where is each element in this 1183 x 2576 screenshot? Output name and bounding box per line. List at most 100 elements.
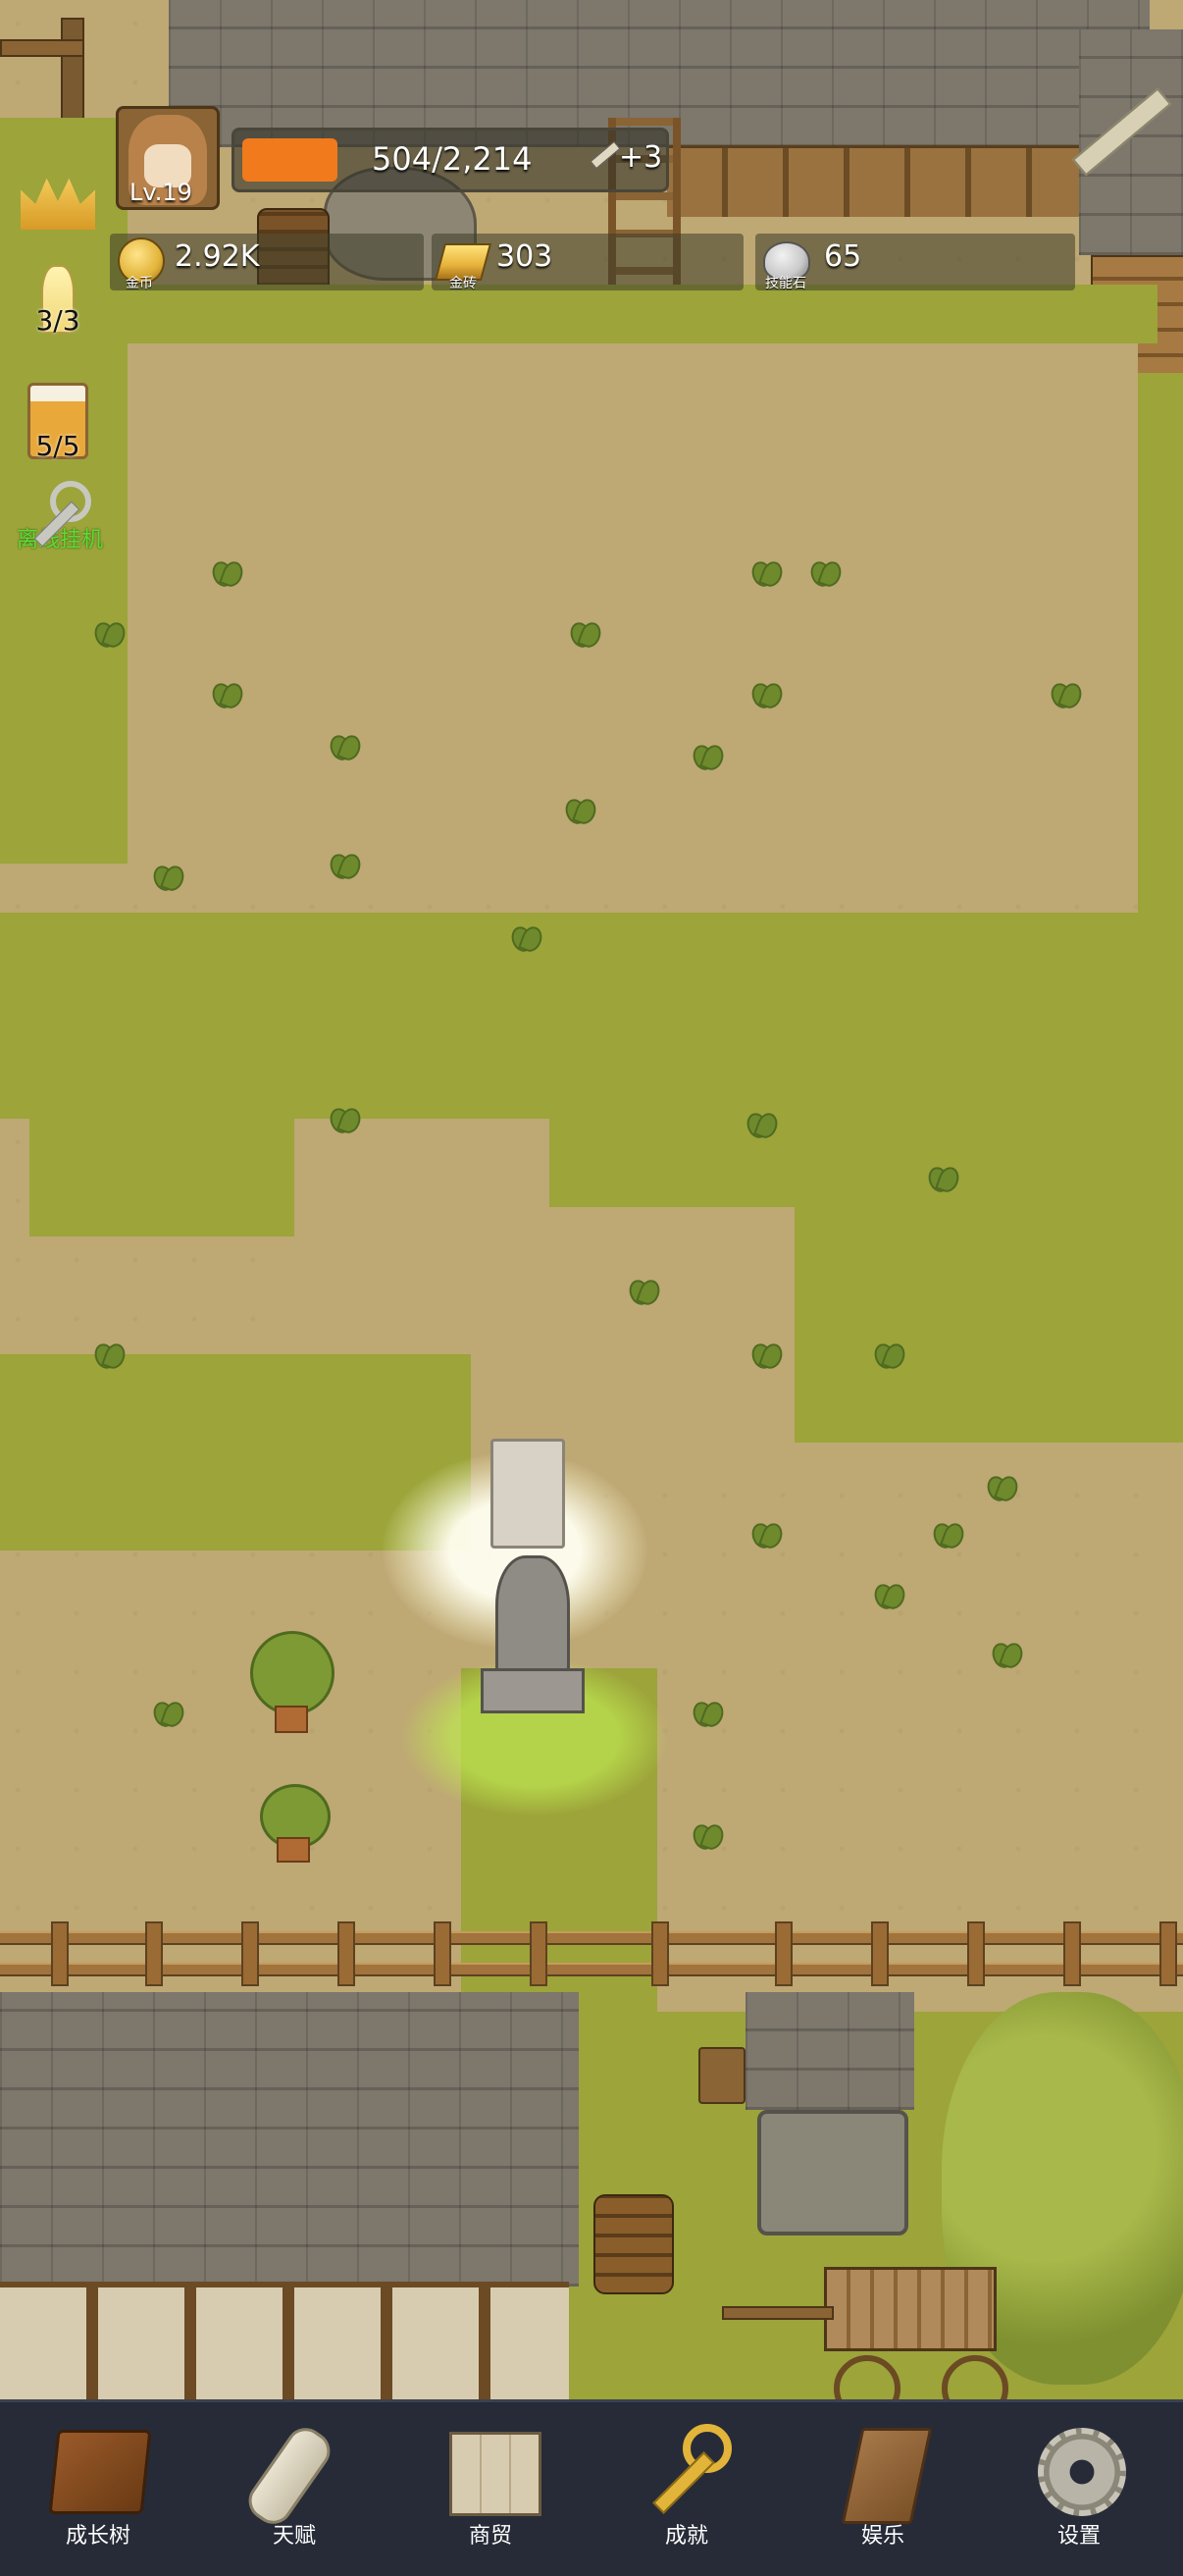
dirt-field-lower (471, 1207, 795, 1443)
scroll-icon (240, 2420, 338, 2532)
exp-bar: 504/2,214 +3 (231, 128, 669, 192)
sprout[interactable] (329, 1104, 362, 1133)
fence-post (775, 1921, 793, 1986)
fence-post (967, 1921, 985, 1986)
bottom-nav: 成长树 天赋 商贸 成就 娱乐 设置 (0, 2399, 1183, 2576)
grass-top-strip (128, 285, 1157, 343)
pot (277, 1837, 310, 1863)
sprout[interactable] (569, 618, 602, 648)
side-candle[interactable]: 3/3 (14, 265, 102, 337)
well-roof (746, 1992, 914, 2110)
sprout[interactable] (750, 1340, 784, 1369)
sprout[interactable] (93, 618, 127, 648)
sprout[interactable] (510, 922, 543, 952)
sprout[interactable] (692, 1820, 725, 1850)
grass-left-block (29, 1119, 294, 1236)
sprout[interactable] (152, 1698, 185, 1727)
pot (275, 1706, 308, 1733)
nav-achievement[interactable]: 成就 (608, 2402, 765, 2576)
candle-count: 3/3 (35, 304, 80, 337)
key-icon (647, 2424, 736, 2518)
sprout[interactable] (809, 557, 843, 587)
parchment-icon (841, 2428, 933, 2524)
resource-gold-brick[interactable]: 303 金砖 (432, 234, 744, 291)
exp-text: 504/2,214 (372, 140, 533, 178)
player-level: Lv.19 (129, 179, 192, 206)
sprout[interactable] (211, 679, 244, 709)
book-icon (48, 2430, 152, 2514)
sprout[interactable] (932, 1519, 965, 1549)
grass-right-strip (1138, 373, 1183, 922)
sprout[interactable] (564, 795, 597, 824)
goddess-statue[interactable] (495, 1555, 570, 1679)
cart-shaft (722, 2306, 834, 2320)
fence-rail-top (0, 1931, 1183, 1945)
barrel-bottom (593, 2194, 674, 2294)
gold-label: 金币 (126, 276, 153, 291)
sprout[interactable] (750, 1519, 784, 1549)
sprout[interactable] (991, 1639, 1024, 1668)
nav-entertainment[interactable]: 娱乐 (804, 2402, 961, 2576)
sprout[interactable] (746, 1109, 779, 1138)
fence-post (241, 1921, 259, 1986)
side-beer[interactable]: 5/5 (14, 383, 102, 462)
fence-post (1063, 1921, 1081, 1986)
fence-post (51, 1921, 69, 1986)
side-idle[interactable]: 离线挂机 (6, 479, 114, 553)
sprout[interactable] (152, 862, 185, 891)
bottom-house-roof (0, 1992, 579, 2287)
side-crown[interactable] (14, 173, 102, 230)
fence-post (651, 1921, 669, 1986)
sprout[interactable] (873, 1340, 906, 1369)
sprout[interactable] (329, 731, 362, 761)
well[interactable] (757, 2110, 908, 2235)
sprout[interactable] (692, 741, 725, 770)
statue-pedestal (481, 1668, 585, 1713)
sprout[interactable] (873, 1580, 906, 1609)
key-icon (25, 479, 95, 550)
nav-settings-label: 设置 (1056, 2524, 1101, 2549)
sprout[interactable] (692, 1698, 725, 1727)
fence-post (871, 1921, 889, 1986)
sword-icon (590, 140, 621, 170)
nav-achievement-label: 成就 (664, 2524, 708, 2549)
nav-trade-label: 商贸 (468, 2524, 512, 2549)
fence-post (145, 1921, 163, 1986)
sprout[interactable] (329, 850, 362, 879)
game-map[interactable] (0, 0, 1183, 2399)
cart[interactable] (824, 2267, 997, 2351)
nav-growth-tree-label: 成长树 (65, 2524, 130, 2549)
gold-value: 2.92K (175, 239, 260, 274)
nav-trade[interactable]: 商贸 (412, 2402, 569, 2576)
statue-banner[interactable] (490, 1439, 565, 1549)
sprout[interactable] (1050, 679, 1083, 709)
fence-post (1159, 1921, 1177, 1986)
gold-brick-label: 金砖 (449, 276, 477, 291)
map-icon (449, 2432, 541, 2516)
bucket (698, 2047, 746, 2104)
grass-middle-band (0, 913, 1183, 1119)
sprout[interactable] (927, 1163, 960, 1192)
resource-gold[interactable]: 2.92K 金币 (110, 234, 424, 291)
wooden-beam (0, 39, 84, 57)
nav-talent[interactable]: 天赋 (216, 2402, 373, 2576)
sprout[interactable] (628, 1276, 661, 1305)
sprout[interactable] (93, 1340, 127, 1369)
nav-settings[interactable]: 设置 (1001, 2402, 1157, 2576)
bush[interactable] (250, 1631, 334, 1715)
sprout[interactable] (986, 1472, 1019, 1501)
sprout[interactable] (211, 557, 244, 587)
fence-rail-bottom (0, 1963, 1183, 1976)
dirt-field-top (132, 343, 1138, 903)
exp-bar-fill (242, 138, 337, 182)
fence-post (530, 1921, 547, 1986)
nav-growth-tree[interactable]: 成长树 (20, 2402, 177, 2576)
top-building-wall (667, 145, 1079, 217)
grass-right-block (785, 1119, 1183, 1443)
sprout[interactable] (750, 679, 784, 709)
sprout[interactable] (750, 557, 784, 587)
fence-post (337, 1921, 355, 1986)
nav-talent-label: 天赋 (272, 2524, 316, 2549)
key-shaft (652, 2451, 715, 2514)
resource-skill-stone[interactable]: 65 技能石 (755, 234, 1075, 291)
